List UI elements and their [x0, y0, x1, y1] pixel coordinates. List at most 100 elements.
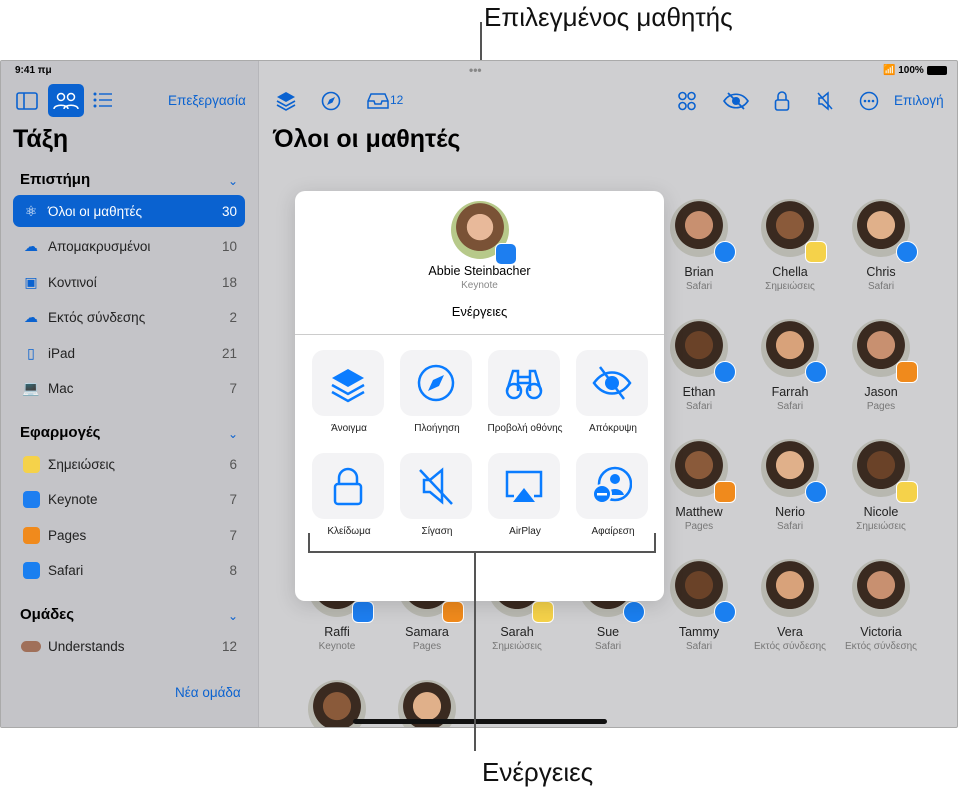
sidebar-item[interactable]: Safari 8: [13, 555, 245, 587]
actions-heading: Ενέργειες: [451, 304, 508, 319]
keynote-badge-icon: [495, 243, 517, 265]
action-compass-button[interactable]: Πλοήγηση: [400, 350, 474, 434]
student-tile[interactable]: Ethan Safari: [654, 319, 744, 412]
action-eye-slash-button[interactable]: Απόκρυψη: [576, 350, 650, 434]
action-airplay-button[interactable]: AirPlay: [488, 453, 562, 537]
student-app: Safari: [685, 401, 713, 412]
mute-icon[interactable]: [816, 91, 834, 111]
student-app: Safari: [776, 521, 804, 532]
inbox-icon[interactable]: [367, 92, 389, 110]
battery-percent: 100%: [898, 65, 924, 76]
action-speaker-slash-button[interactable]: Σίγαση: [400, 453, 474, 537]
layers-icon[interactable]: [275, 90, 297, 112]
student-tile[interactable]: Tammy Safari: [654, 559, 744, 652]
battery-status: 📶 100%: [883, 65, 947, 76]
app-badge-icon: [352, 601, 374, 623]
edit-button[interactable]: Επεξεργασία: [168, 93, 246, 108]
app-badge-icon: [623, 601, 645, 623]
sidebar-item[interactable]: Keynote 7: [13, 484, 245, 516]
atom-icon: ⚛: [24, 202, 38, 219]
chevron-down-icon[interactable]: ⌄: [228, 427, 238, 441]
laptop-icon: 💻: [22, 380, 40, 396]
action-label: Άνοιγμα: [331, 423, 367, 434]
sidebar-item[interactable]: Σημειώσεις 6: [13, 448, 245, 480]
student-avatar: [852, 319, 918, 383]
student-app: Εκτός σύνδεσης: [845, 641, 917, 652]
selected-student-app: Keynote: [461, 280, 498, 291]
student-app: Σημειώσεις: [492, 641, 542, 652]
action-person-remove-button[interactable]: Αφαίρεση: [576, 453, 650, 537]
section-header[interactable]: Εφαρμογές: [20, 424, 101, 441]
student-tile[interactable]: Farrah Safari: [745, 319, 835, 412]
compass-icon[interactable]: [321, 91, 341, 111]
sidebar-item[interactable]: ▯ iPad 21: [13, 337, 245, 369]
student-avatar: [761, 199, 827, 263]
cloud-people-icon: ☁: [24, 238, 38, 254]
list-view-icon[interactable]: [93, 92, 113, 108]
action-lock-button[interactable]: Κλείδωμα: [312, 453, 386, 537]
student-app: Safari: [776, 401, 804, 412]
student-tile[interactable]: Vera Εκτός σύνδεσης: [745, 559, 835, 652]
sidebar-item[interactable]: 💻 Mac 7: [13, 373, 245, 405]
sidebar-item-label: Εκτός σύνδεσης: [48, 310, 146, 325]
action-label: Πλοήγηση: [414, 423, 460, 434]
student-tile[interactable]: Matthew Pages: [654, 439, 744, 532]
student-actions-popover: Abbie Steinbacher Keynote Ενέργειες Άνοι…: [295, 191, 664, 601]
more-icon[interactable]: [859, 91, 879, 111]
airplay-icon: [505, 470, 543, 502]
multitask-dots[interactable]: •••: [469, 63, 482, 77]
sidebar-item-count: 21: [221, 345, 237, 361]
student-name: Brian: [684, 265, 714, 279]
student-tile[interactable]: Jason Pages: [836, 319, 926, 412]
sidebar-item[interactable]: ☁ Απομακρυσμένοι 10: [13, 231, 245, 263]
student-app: Σημειώσεις: [856, 521, 906, 532]
action-layers-button[interactable]: Άνοιγμα: [312, 350, 386, 434]
action-label: Προβολή οθόνης: [487, 423, 563, 434]
student-tile[interactable]: Chella Σημειώσεις: [745, 199, 835, 292]
sidebar-item-count: 18: [221, 274, 237, 290]
section-header[interactable]: Ομάδες: [20, 606, 74, 623]
sidebar: 9:41 πμ Επεξεργασία Τάξη Επιστήμη ⌄ ⚛ Όλοι …: [1, 61, 259, 727]
sidebar-item[interactable]: Understands 12: [13, 630, 245, 662]
sidebar-item-count: 7: [229, 527, 237, 543]
sidebar-item[interactable]: Pages 7: [13, 519, 245, 551]
student-app: Safari: [594, 641, 622, 652]
divider: [295, 334, 664, 335]
sidebar-item-label: Mac: [48, 381, 74, 396]
sidebar-item-count: 2: [229, 310, 237, 325]
sidebar-item-label: Όλοι οι μαθητές: [48, 203, 142, 219]
sidebar-item[interactable]: ☁ Εκτός σύνδεσης 2: [13, 302, 245, 334]
pages-app-icon: [21, 526, 41, 544]
student-tile[interactable]: Victoria Εκτός σύνδεσης: [836, 559, 926, 652]
app-badge-icon: [532, 601, 554, 623]
student-app: Pages: [412, 641, 442, 652]
home-indicator: [353, 719, 607, 724]
sidebar-item-label: Απομακρυσμένοι: [48, 239, 151, 254]
students-view-button[interactable]: [48, 84, 84, 117]
chevron-down-icon[interactable]: ⌄: [228, 174, 238, 188]
student-name: Matthew: [675, 505, 723, 519]
select-button[interactable]: Επιλογή: [894, 93, 944, 108]
action-label: Απόκρυψη: [589, 423, 637, 434]
section-header[interactable]: Επιστήμη: [20, 171, 90, 188]
lock-icon[interactable]: [774, 90, 790, 112]
sidebar-item[interactable]: ▣ Κοντινοί 18: [13, 266, 245, 298]
sidebar-toggle-icon[interactable]: [16, 92, 38, 110]
new-group-button[interactable]: Νέα ομάδα: [175, 685, 241, 700]
sidebar-item-label: Pages: [48, 527, 87, 543]
app-grid-icon[interactable]: [678, 91, 696, 111]
app-badge-icon: [714, 361, 736, 383]
student-avatar: [670, 439, 736, 503]
action-binoculars-button[interactable]: Προβολή οθόνης: [488, 350, 563, 434]
student-tile[interactable]: Nicole Σημειώσεις: [836, 439, 926, 532]
student-tile[interactable]: Nerio Safari: [745, 439, 835, 532]
student-tile[interactable]: Brian Safari: [654, 199, 744, 292]
student-tile[interactable]: Chris Safari: [836, 199, 926, 292]
chevron-down-icon[interactable]: ⌄: [228, 609, 238, 623]
eye-slash-icon[interactable]: [723, 92, 749, 110]
notes-app-icon: [21, 455, 41, 473]
app-badge-icon: [714, 601, 736, 623]
page-title: Όλοι οι μαθητές: [273, 125, 461, 153]
sidebar-item[interactable]: ⚛ Όλοι οι μαθητές 30: [13, 195, 245, 227]
action-label: AirPlay: [509, 526, 541, 537]
